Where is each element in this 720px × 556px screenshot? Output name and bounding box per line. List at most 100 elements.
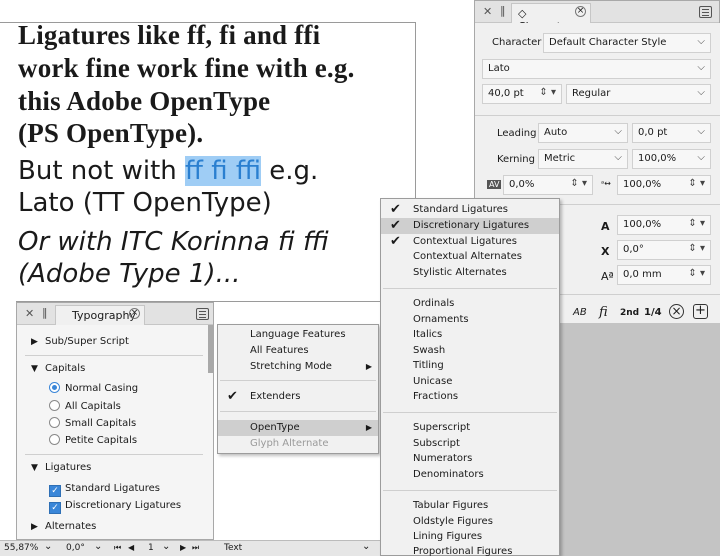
- chevron-down-icon[interactable]: ⌄: [162, 541, 170, 552]
- stepper-chevron-icon[interactable]: ⇕ ▾: [688, 178, 705, 189]
- clear-icon[interactable]: ×: [669, 304, 684, 319]
- menu-item-glyph-alternate[interactable]: Glyph Alternate: [218, 436, 378, 452]
- checkbox-checked-icon[interactable]: ✓: [49, 502, 61, 514]
- stepper-icon[interactable]: ⌄: [94, 541, 102, 552]
- close-tab-icon[interactable]: ×: [575, 6, 586, 17]
- menu-item-standard-ligatures[interactable]: ✔ Standard Ligatures: [381, 202, 559, 218]
- font-size-field[interactable]: 40,0 pt ⇕ ▾: [482, 84, 562, 104]
- menu-item-fractions[interactable]: Fractions: [381, 389, 559, 405]
- ab-ligature-button[interactable]: AB: [573, 307, 587, 318]
- skew-value: 0,0°: [623, 244, 644, 255]
- menu-item-discretionary-ligatures[interactable]: ✔ Discretionary Ligatures: [381, 218, 559, 234]
- radio-petite-capitals[interactable]: Petite Capitals: [17, 432, 213, 449]
- baseline-icon: Aª: [601, 270, 614, 283]
- menu-item-numerators[interactable]: Numerators: [381, 451, 559, 467]
- add-icon[interactable]: +: [693, 304, 708, 319]
- doc-line-3[interactable]: this Adobe OpenType: [18, 86, 270, 116]
- section-ligatures[interactable]: ▼ Ligatures: [17, 459, 213, 476]
- fi-ligature-button[interactable]: fi: [599, 305, 608, 320]
- ordinal-button[interactable]: 2nd: [620, 308, 639, 318]
- font-style-dropdown[interactable]: Regular ⌵: [566, 84, 711, 104]
- angle-value[interactable]: 0,0°: [66, 543, 85, 553]
- menu-item-titling[interactable]: Titling: [381, 358, 559, 374]
- radio-icon[interactable]: [49, 417, 60, 428]
- tracking-field[interactable]: 0,0% ⇕ ▾: [503, 175, 593, 195]
- fraction-button[interactable]: 1/4: [644, 307, 662, 318]
- doc-line-8[interactable]: (Adobe Type 1)...: [18, 259, 240, 290]
- next-page-icon[interactable]: ▶: [180, 543, 186, 552]
- stepper-chevron-icon[interactable]: ⇕ ▾: [688, 218, 705, 229]
- menu-item-oldstyle-figures[interactable]: Oldstyle Figures: [381, 514, 559, 530]
- menu-item-language-features[interactable]: Language Features: [218, 327, 378, 343]
- menu-item-tabular-figures[interactable]: Tabular Figures: [381, 498, 559, 514]
- menu-item-extenders[interactable]: ✔ Extenders: [218, 389, 378, 405]
- prev-page-icon[interactable]: ◀: [128, 543, 134, 552]
- doc-line-5[interactable]: But not with ff fi ffi e.g.: [18, 156, 318, 186]
- menu-item-opentype[interactable]: OpenType ▶: [218, 420, 378, 436]
- panel-menu-icon[interactable]: [699, 6, 712, 18]
- menu-item-contextual-alternates[interactable]: Contextual Alternates: [381, 249, 559, 265]
- stepper-chevron-icon[interactable]: ⇕ ▾: [688, 268, 705, 279]
- menu-item-denominators[interactable]: Denominators: [381, 467, 559, 483]
- selected-text[interactable]: ff fi ffi: [185, 156, 262, 186]
- radio-selected-icon[interactable]: [49, 382, 60, 393]
- radio-icon[interactable]: [49, 434, 60, 445]
- doc-line-7[interactable]: Or with ITC Korinna fi ffi: [18, 227, 329, 258]
- menu-item-proportional-figures[interactable]: Proportional Figures: [381, 544, 559, 556]
- stepper-chevron-icon[interactable]: ⇕ ▾: [539, 87, 556, 98]
- stepper-icon[interactable]: ⌄: [44, 541, 52, 552]
- menu-item-unicase[interactable]: Unicase: [381, 374, 559, 390]
- doc-line-1[interactable]: Ligatures like ff, fi and ffi: [18, 20, 320, 50]
- menu-item-swash[interactable]: Swash: [381, 343, 559, 359]
- menu-item-superscript[interactable]: Superscript: [381, 420, 559, 436]
- menu-item-lining-figures[interactable]: Lining Figures: [381, 529, 559, 545]
- section-sub-super[interactable]: ▶ Sub/Super Script: [17, 333, 213, 350]
- kerning-mode-dropdown[interactable]: Metric ⌵: [538, 149, 628, 169]
- drag-handle-icon[interactable]: ‖: [42, 306, 48, 320]
- stepper-chevron-icon[interactable]: ⇕ ▾: [688, 243, 705, 254]
- radio-normal-casing[interactable]: Normal Casing: [17, 380, 213, 397]
- baseline-field[interactable]: 0,0 mm ⇕ ▾: [617, 265, 711, 285]
- doc-line-6[interactable]: Lato (TT OpenType): [18, 188, 272, 218]
- leading-value-field[interactable]: 0,0 pt ⌵: [632, 123, 711, 143]
- close-tab-icon[interactable]: ×: [129, 308, 140, 319]
- page-number[interactable]: 1: [148, 543, 154, 553]
- menu-item-all-features[interactable]: All Features: [218, 343, 378, 359]
- radio-all-capitals[interactable]: All Capitals: [17, 398, 213, 415]
- section-capitals[interactable]: ▼ Capitals: [17, 360, 213, 377]
- menu-item-ornaments[interactable]: Ornaments: [381, 312, 559, 328]
- close-icon[interactable]: ✕: [25, 307, 34, 321]
- mode-value[interactable]: Text: [224, 543, 242, 553]
- menu-item-stylistic-alternates[interactable]: Stylistic Alternates: [381, 265, 559, 281]
- font-family-dropdown[interactable]: Lato ⌵: [482, 59, 711, 79]
- tab-character[interactable]: ◇ Character ×: [511, 3, 591, 33]
- menu-item-subscript[interactable]: Subscript: [381, 436, 559, 452]
- character-style-dropdown[interactable]: Default Character Style ⌵: [543, 33, 711, 53]
- drag-handle-icon[interactable]: ‖: [500, 4, 506, 18]
- doc-line-2[interactable]: work fine work fine with e.g.: [18, 53, 355, 83]
- vertical-scale-field[interactable]: 100,0% ⇕ ▾: [617, 215, 711, 235]
- checkbox-discretionary-ligatures[interactable]: ✓ Discretionary Ligatures: [17, 497, 213, 514]
- kerning-value-field[interactable]: 100,0% ⌵: [632, 149, 711, 169]
- menu-item-stretching-mode[interactable]: Stretching Mode ▶: [218, 359, 378, 375]
- menu-item-italics[interactable]: Italics: [381, 327, 559, 343]
- zoom-value[interactable]: 55,87%: [4, 543, 38, 553]
- last-page-icon[interactable]: ⏭: [192, 543, 199, 553]
- checkbox-standard-ligatures[interactable]: ✓ Standard Ligatures: [17, 480, 213, 497]
- menu-item-ordinals[interactable]: Ordinals: [381, 296, 559, 312]
- radio-icon[interactable]: [49, 400, 60, 411]
- stepper-chevron-icon[interactable]: ⇕ ▾: [570, 178, 587, 189]
- panel-menu-icon[interactable]: [196, 308, 209, 320]
- close-icon[interactable]: ✕: [483, 5, 492, 19]
- chevron-down-icon[interactable]: ⌄: [362, 541, 370, 552]
- menu-item-contextual-ligatures[interactable]: ✔ Contextual Ligatures: [381, 234, 559, 250]
- section-alternates[interactable]: ▶ Alternates: [17, 518, 213, 535]
- skew-field[interactable]: 0,0° ⇕ ▾: [617, 240, 711, 260]
- doc-line-4[interactable]: (PS OpenType).: [18, 118, 203, 148]
- first-page-icon[interactable]: ⏮: [114, 543, 121, 553]
- leading-mode-dropdown[interactable]: Auto ⌵: [538, 123, 628, 143]
- checkbox-checked-icon[interactable]: ✓: [49, 485, 61, 497]
- tab-typography[interactable]: Typography ×: [55, 305, 145, 325]
- radio-small-capitals[interactable]: Small Capitals: [17, 415, 213, 432]
- scale-field[interactable]: 100,0% ⇕ ▾: [617, 175, 711, 195]
